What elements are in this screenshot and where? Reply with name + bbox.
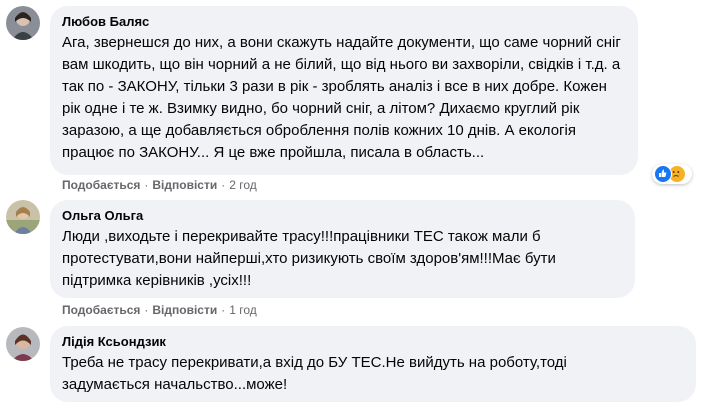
like-button[interactable]: Подобається <box>62 303 140 317</box>
avatar[interactable] <box>6 200 40 234</box>
comment-time[interactable]: 1 год <box>229 303 257 317</box>
comment-author[interactable]: Лідія Ксьондзик <box>62 334 684 350</box>
avatar[interactable] <box>6 6 40 40</box>
comment-author[interactable]: Ольга Ольга <box>62 208 623 224</box>
reply-button[interactable]: Відповісти <box>152 178 217 192</box>
comment-actions: Подобається · Відповісти · 2 год <box>62 178 257 192</box>
reply-button[interactable]: Відповісти <box>152 303 217 317</box>
comment-text: Люди ,виходьте і перекривайте трасу!!!пр… <box>62 228 556 289</box>
comment-bubble: Ольга Ольга Люди ,виходьте і перекривайт… <box>50 200 635 298</box>
comment-author[interactable]: Любов Баляс <box>62 14 626 30</box>
reaction-counter[interactable] <box>652 164 692 184</box>
comment-bubble: Лідія Ксьондзик Треба не трасу перекрива… <box>50 326 696 402</box>
comment-text: Ага, звернешся до них, а вони скажуть на… <box>62 34 621 161</box>
comment-bubble: Любов Баляс Ага, звернешся до них, а вон… <box>50 6 638 175</box>
comment-actions: Подобається · Відповісти · 1 год <box>62 303 257 317</box>
comment-text: Треба не трасу перекривати,а вхід до БУ … <box>62 354 567 393</box>
comment-time[interactable]: 2 год <box>229 178 257 192</box>
like-button[interactable]: Подобається <box>62 178 140 192</box>
avatar[interactable] <box>6 327 40 361</box>
like-icon <box>654 165 672 183</box>
